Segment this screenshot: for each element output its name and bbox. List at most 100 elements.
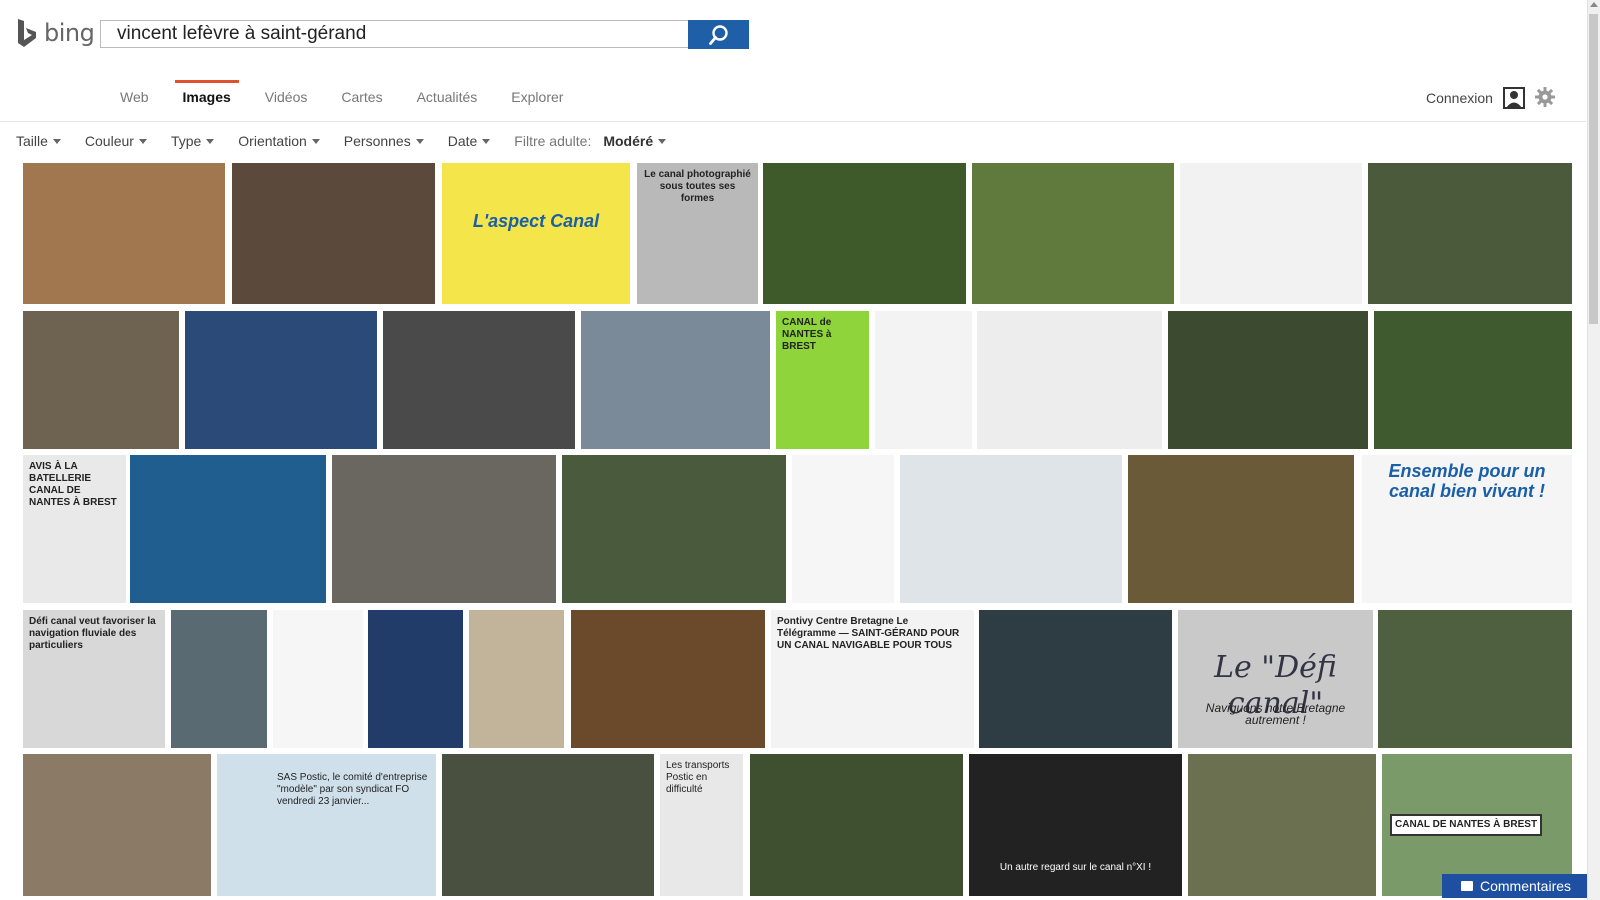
image-caption: L'aspect Canal: [472, 211, 600, 231]
filter-layout[interactable]: Orientation: [238, 133, 320, 149]
caret-down-icon: [415, 138, 424, 144]
filter-color-label: Couleur: [84, 133, 134, 149]
image-result[interactable]: [130, 455, 326, 603]
image-result[interactable]: [562, 455, 786, 603]
image-caption: AVIS À LA BATELLERIE CANAL DE NANTES À B…: [29, 461, 117, 508]
filter-type-label: Type: [170, 133, 202, 149]
image-result[interactable]: [581, 311, 770, 449]
image-caption: Naviguons notre Bretagne autrement !: [1205, 701, 1346, 727]
image-result[interactable]: [571, 610, 765, 748]
filter-size[interactable]: Taille: [16, 133, 61, 149]
image-result[interactable]: Les transports Postic en difficulté: [660, 754, 743, 896]
caret-down-icon: [52, 138, 61, 144]
image-result[interactable]: [332, 455, 556, 603]
scrollbar-thumb[interactable]: [1589, 14, 1598, 324]
signin-link[interactable]: Connexion: [1426, 87, 1525, 109]
image-result[interactable]: [1180, 163, 1362, 304]
filter-date-label: Date: [447, 133, 478, 149]
image-result[interactable]: [875, 311, 972, 449]
image-result[interactable]: [23, 311, 179, 449]
scroll-up-arrow-icon[interactable]: [1590, 2, 1598, 7]
bing-b-icon: [18, 19, 36, 47]
image-result[interactable]: [972, 163, 1174, 304]
image-result[interactable]: [750, 754, 963, 896]
safesearch-label: Filtre adulte:: [514, 133, 592, 149]
filter-date[interactable]: Date: [448, 133, 491, 149]
tab-web[interactable]: Web: [120, 80, 149, 118]
image-caption: Pontivy Centre Bretagne Le Télégramme — …: [777, 616, 960, 651]
tab-videos[interactable]: Vidéos: [265, 80, 308, 118]
gear-icon[interactable]: [1534, 86, 1556, 108]
header-divider: [0, 121, 1586, 122]
tab-images[interactable]: Images: [174, 80, 240, 118]
tab-maps[interactable]: Cartes: [341, 80, 382, 118]
image-result[interactable]: [1168, 311, 1368, 449]
image-caption: Un autre regard sur le canal n°XI !: [999, 862, 1152, 873]
user-avatar-icon: [1502, 87, 1525, 109]
feedback-label: Commentaires: [1479, 878, 1572, 894]
image-result[interactable]: [763, 163, 966, 304]
image-result[interactable]: [273, 610, 363, 748]
image-caption: Le canal photographié sous toutes ses fo…: [644, 169, 751, 204]
image-result[interactable]: [1128, 455, 1354, 603]
filter-layout-label: Orientation: [238, 133, 307, 149]
image-caption: Les transports Postic en difficulté: [666, 760, 730, 795]
search-input[interactable]: vincent lefèvre à saint-gérand: [100, 20, 690, 48]
image-result[interactable]: AVIS À LA BATELLERIE CANAL DE NANTES À B…: [23, 455, 126, 603]
magnifier-icon: [708, 24, 728, 45]
filter-people[interactable]: Personnes: [344, 133, 424, 149]
image-caption: SAS Postic, le comité d'entreprise "modè…: [277, 772, 428, 807]
image-result[interactable]: [171, 610, 267, 748]
image-result[interactable]: [23, 754, 211, 896]
caret-down-icon: [138, 138, 147, 144]
image-result[interactable]: [232, 163, 435, 304]
safesearch-value: Modéré: [603, 133, 654, 149]
image-result[interactable]: [23, 163, 225, 304]
bing-logo[interactable]: bing: [16, 16, 95, 50]
feedback-button[interactable]: Commentaires: [1442, 874, 1590, 898]
filter-bar: Taille Couleur Type Orientation Personne…: [16, 130, 667, 152]
image-caption: Défi canal veut favoriser la navigation …: [29, 616, 156, 651]
image-result[interactable]: L'aspect Canal: [442, 163, 630, 304]
image-caption: Ensemble pour un canal bien vivant !: [1388, 461, 1546, 501]
image-result[interactable]: [977, 311, 1162, 449]
image-result[interactable]: [1374, 311, 1572, 449]
image-result[interactable]: Le canal photographié sous toutes ses fo…: [637, 163, 758, 304]
image-result[interactable]: [1188, 754, 1376, 896]
filter-size-label: Taille: [16, 133, 48, 149]
image-caption: CANAL DE NANTES À BREST: [1390, 814, 1543, 836]
vertical-nav: Web Images Vidéos Cartes Actualités Expl…: [120, 80, 597, 118]
search-button[interactable]: [688, 20, 749, 49]
image-caption: CANAL de NANTES à BREST: [782, 317, 832, 352]
image-result[interactable]: [368, 610, 463, 748]
bing-wordmark: bing: [44, 19, 95, 47]
image-result[interactable]: [1368, 163, 1572, 304]
speech-bubble-icon: [1460, 881, 1473, 891]
image-result[interactable]: Pontivy Centre Bretagne Le Télégramme — …: [771, 610, 974, 748]
image-result[interactable]: SAS Postic, le comité d'entreprise "modè…: [217, 754, 436, 896]
image-result[interactable]: Le "Défi canal" Naviguons notre Bretagne…: [1178, 610, 1373, 748]
image-result[interactable]: [1378, 610, 1572, 748]
image-result[interactable]: [792, 455, 894, 603]
tab-news[interactable]: Actualités: [417, 80, 478, 118]
image-result[interactable]: [383, 311, 575, 449]
image-result[interactable]: [900, 455, 1122, 603]
caret-down-icon: [311, 138, 320, 144]
image-result[interactable]: Ensemble pour un canal bien vivant !: [1362, 455, 1572, 603]
image-result[interactable]: CANAL de NANTES à BREST: [776, 311, 869, 449]
safesearch-dropdown[interactable]: Modéré: [603, 133, 667, 149]
signin-label: Connexion: [1426, 90, 1493, 106]
image-result[interactable]: [469, 610, 564, 748]
image-result[interactable]: [442, 754, 654, 896]
filter-people-label: Personnes: [343, 133, 411, 149]
image-result[interactable]: [185, 311, 377, 449]
image-result[interactable]: Un autre regard sur le canal n°XI !: [969, 754, 1182, 896]
caret-down-icon: [482, 138, 491, 144]
caret-down-icon: [658, 138, 667, 144]
image-result[interactable]: [979, 610, 1172, 748]
filter-type[interactable]: Type: [170, 133, 215, 149]
image-result[interactable]: Défi canal veut favoriser la navigation …: [23, 610, 165, 748]
tab-explore[interactable]: Explorer: [511, 80, 563, 118]
filter-color[interactable]: Couleur: [85, 133, 147, 149]
caret-down-icon: [206, 138, 215, 144]
